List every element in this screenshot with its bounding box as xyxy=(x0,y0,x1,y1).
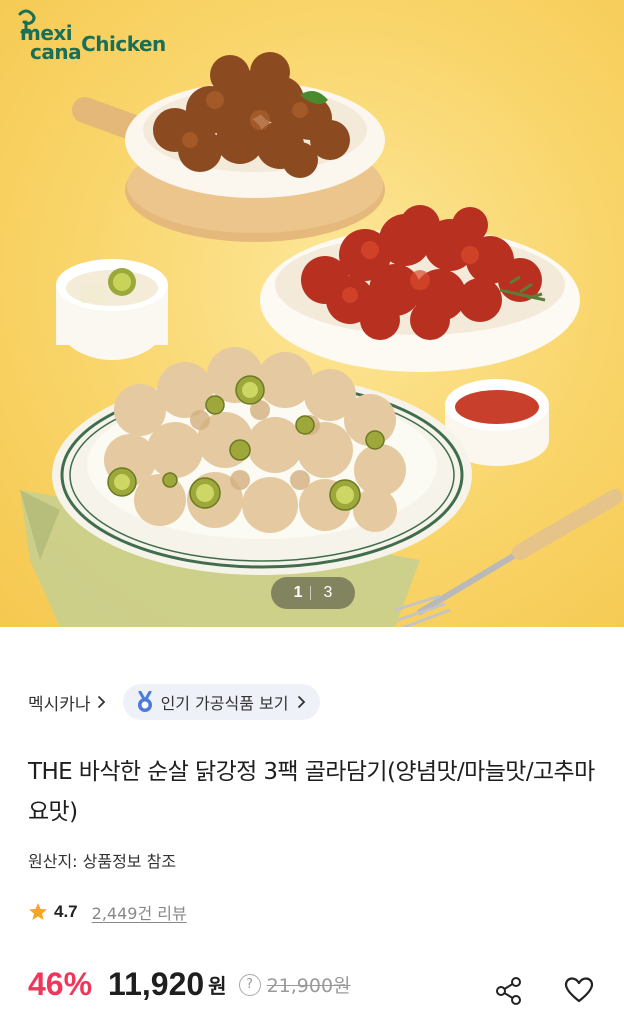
medal-icon xyxy=(137,691,152,712)
pager-total: 3 xyxy=(323,584,333,601)
food-photo xyxy=(20,52,623,627)
product-origin: 원산지: 상품정보 참조 xyxy=(28,852,177,871)
review-count-link[interactable]: 2,449건 리뷰 xyxy=(92,900,187,924)
chip-label: 인기 가공식품 보기 xyxy=(160,694,289,713)
pager-current: 1 xyxy=(293,584,303,601)
popular-processed-food-chip[interactable]: 인기 가공식품 보기 xyxy=(122,684,320,720)
rating-row: 4.7 2,449건 리뷰 xyxy=(28,900,187,924)
brand-text-bottom: cana xyxy=(30,40,82,64)
sale-price: 11,920 xyxy=(108,966,205,1002)
product-image-carousel[interactable]: mexi cana Chicken 1 3 xyxy=(0,0,624,627)
rating-score: 4.7 xyxy=(54,902,78,921)
original-price: 21,900원 xyxy=(266,975,351,997)
chevron-right-icon xyxy=(97,695,105,709)
star-icon xyxy=(29,903,47,920)
brand-text-chicken: Chicken xyxy=(81,32,166,56)
brand-logo: mexi cana Chicken xyxy=(18,9,166,64)
price-currency: 원 xyxy=(208,974,227,998)
help-icon[interactable]: ? xyxy=(238,973,261,996)
seller-link[interactable]: 멕시카나 xyxy=(28,690,106,715)
seller-row: 멕시카나 인기 가공식품 보기 xyxy=(28,684,320,720)
chevron-right-icon xyxy=(297,695,305,709)
heart-icon[interactable] xyxy=(564,976,594,1004)
pager-divider xyxy=(309,586,311,600)
discount-rate: 46% xyxy=(28,966,93,1002)
seller-name: 멕시카나 xyxy=(28,694,91,715)
product-title: THE 바삭한 순살 닭강정 3팩 골라담기(양념맛/마늘맛/고추마요맛) xyxy=(28,759,595,825)
image-pager: 1 3 xyxy=(271,577,355,609)
price-row: 46% 11,920 원 ? 21,900원 xyxy=(28,966,351,1003)
share-icon[interactable] xyxy=(494,976,524,1006)
chicken-logo-icon xyxy=(18,9,36,34)
